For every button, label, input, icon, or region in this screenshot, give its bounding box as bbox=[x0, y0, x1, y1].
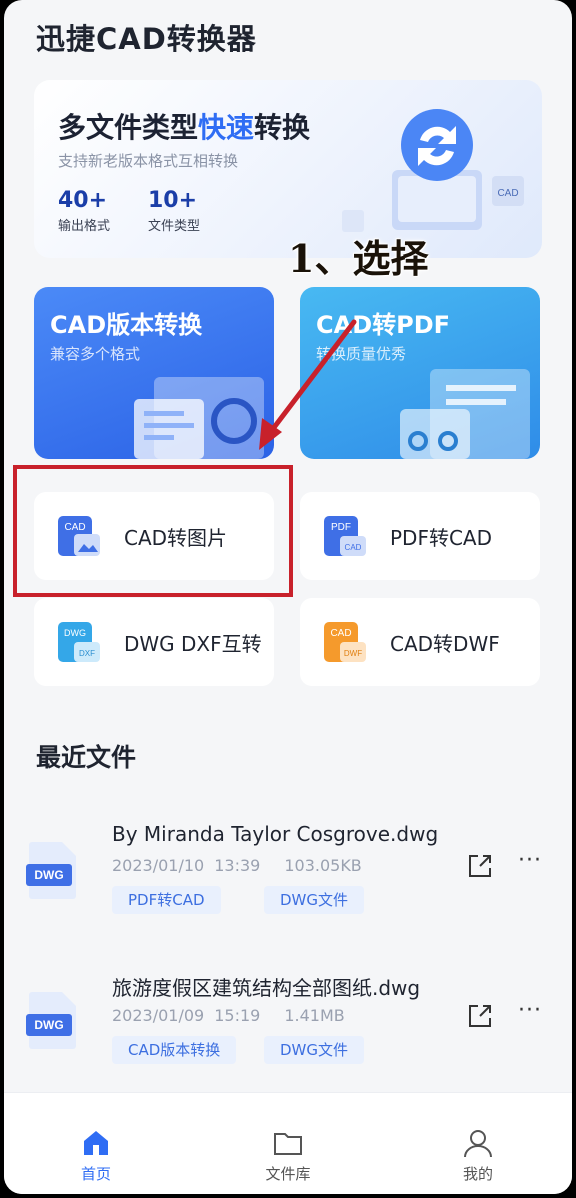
file-tag: DWG文件 bbox=[264, 1036, 365, 1064]
file-name: 旅游度假区建筑结构全部图纸.dwg bbox=[112, 976, 421, 1000]
stat-output-formats: 40+ 输出格式 bbox=[58, 188, 111, 234]
share-icon[interactable] bbox=[466, 1002, 494, 1030]
file-meta: 2023/01/10 13:39 103.05KB bbox=[112, 856, 362, 875]
dwg-dxf-convert-button[interactable]: DWG DXF DWG DXF互转 bbox=[34, 598, 274, 686]
bottom-nav: 首页 文件库 我的 bbox=[4, 1092, 572, 1194]
annotation-label: 1、选择 bbox=[288, 236, 429, 281]
file-item[interactable]: DWG By Miranda Taylor Cosgrove.dwg 2023/… bbox=[4, 812, 572, 932]
file-tag: PDF转CAD bbox=[112, 886, 221, 914]
cad-to-dwf-icon: CAD DWF bbox=[324, 622, 366, 662]
file-name: By Miranda Taylor Cosgrove.dwg bbox=[112, 822, 439, 846]
app-title: 迅捷CAD转换器 bbox=[36, 22, 257, 56]
folder-icon bbox=[274, 1133, 302, 1155]
svg-text:DXF: DXF bbox=[79, 649, 95, 658]
cad-version-convert-card[interactable]: CAD版本转换 兼容多个格式 bbox=[34, 287, 274, 459]
file-meta: 2023/01/09 15:19 1.41MB bbox=[112, 1006, 345, 1025]
cad-to-dwf-button[interactable]: CAD DWF CAD转DWF bbox=[300, 598, 540, 686]
conversion-illustration-icon: CAD bbox=[342, 109, 524, 232]
stat-file-types: 10+ 文件类型 bbox=[148, 188, 201, 234]
cad-to-pdf-card[interactable]: CAD转PDF 转换质量优秀 bbox=[300, 287, 540, 459]
svg-text:DWF: DWF bbox=[344, 649, 362, 658]
svg-text:DWG: DWG bbox=[34, 868, 63, 882]
dwg-file-icon: DWG bbox=[26, 992, 76, 1049]
file-tag: CAD版本转换 bbox=[112, 1036, 237, 1064]
file-tag: DWG文件 bbox=[264, 886, 365, 914]
banner-title: 多文件类型快速转换 bbox=[58, 111, 311, 144]
pdf-to-cad-button[interactable]: PDF CAD PDF转CAD bbox=[300, 492, 540, 580]
svg-text:DWG: DWG bbox=[34, 1018, 63, 1032]
share-icon[interactable] bbox=[466, 852, 494, 880]
user-icon bbox=[464, 1130, 492, 1158]
svg-text:CAD: CAD bbox=[497, 188, 518, 199]
home-icon bbox=[84, 1131, 108, 1155]
banner-subtitle: 支持新老版本格式互相转换 bbox=[58, 152, 239, 170]
nav-profile[interactable]: 我的 bbox=[418, 1093, 538, 1184]
svg-text:CAD: CAD bbox=[330, 628, 351, 639]
more-options-icon[interactable]: ··· bbox=[518, 998, 542, 1023]
pdf-convert-illustration-icon bbox=[400, 369, 530, 459]
nav-file-library[interactable]: 文件库 bbox=[228, 1093, 348, 1184]
pdf-to-cad-icon: PDF CAD bbox=[324, 516, 366, 556]
app-screen: 迅捷CAD转换器 多文件类型快速转换 支持新老版本格式互相转换 40+ 输出格式… bbox=[4, 0, 572, 1194]
dwg-dxf-icon: DWG DXF bbox=[58, 622, 100, 662]
svg-text:PDF: PDF bbox=[331, 522, 351, 533]
svg-text:CAD: CAD bbox=[345, 543, 362, 552]
file-item[interactable]: DWG 旅游度假区建筑结构全部图纸.dwg 2023/01/09 15:19 1.4… bbox=[4, 962, 572, 1082]
svg-text:DWG: DWG bbox=[64, 628, 86, 638]
recent-files-heading: 最近文件 bbox=[36, 743, 137, 772]
version-convert-illustration-icon bbox=[134, 377, 264, 459]
more-options-icon[interactable]: ··· bbox=[518, 848, 542, 873]
nav-home[interactable]: 首页 bbox=[36, 1093, 156, 1184]
highlight-box bbox=[13, 465, 293, 597]
dwg-file-icon: DWG bbox=[26, 842, 76, 899]
